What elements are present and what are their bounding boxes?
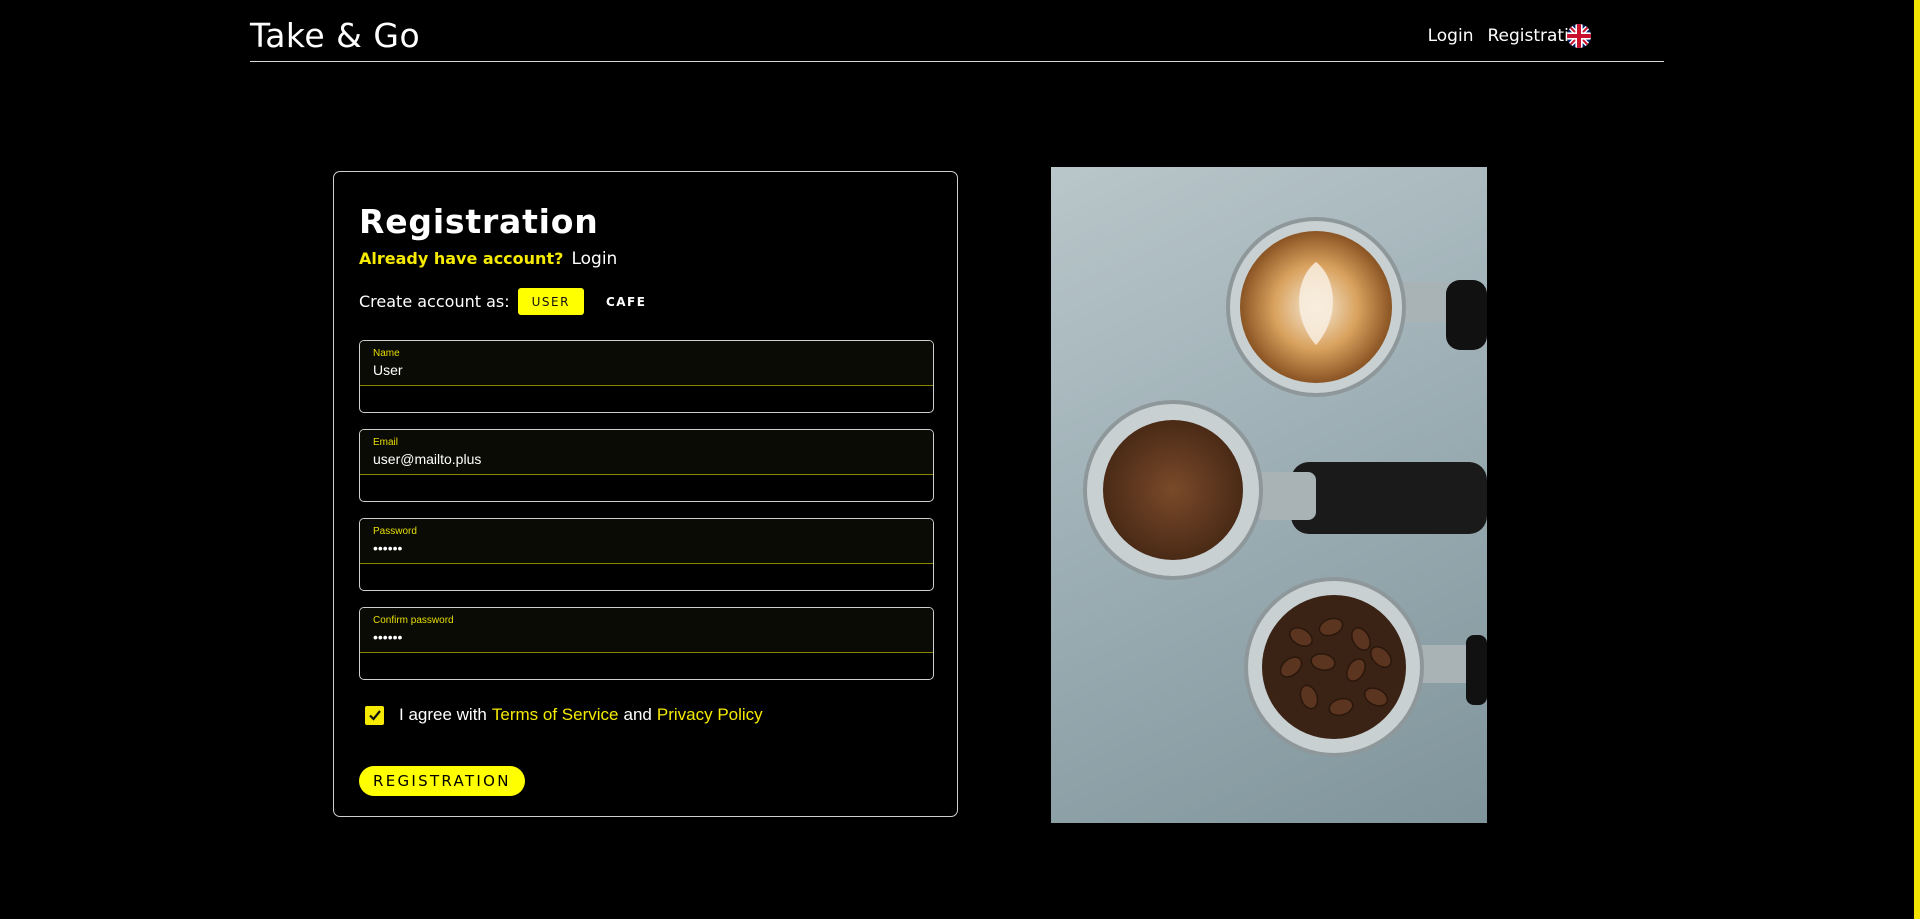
nav-login-link[interactable]: Login <box>1428 26 1474 46</box>
email-field[interactable]: Email user@mailto.plus <box>359 429 934 502</box>
main-nav: Login Registration <box>1428 26 1590 46</box>
top-header: Take & Go Login Registration <box>250 0 1664 62</box>
agree-checkbox[interactable] <box>365 705 384 725</box>
password-field[interactable]: Password •••••• <box>359 518 934 591</box>
email-field-value[interactable]: user@mailto.plus <box>373 451 933 467</box>
already-account-text: Already have account? <box>359 249 564 268</box>
role-cafe-button[interactable]: CAFE <box>592 288 661 315</box>
confirm-password-field-value[interactable]: •••••• <box>373 629 933 645</box>
name-field-value[interactable]: User <box>373 362 933 378</box>
page-title: Registration <box>359 202 599 241</box>
password-field-value[interactable]: •••••• <box>373 540 933 556</box>
password-field-label: Password <box>373 526 417 537</box>
terms-of-service-link[interactable]: Terms of Service <box>492 705 619 725</box>
name-field-inner[interactable]: Name User <box>360 341 933 386</box>
account-type-row: Create account as: USER CAFE <box>359 288 660 315</box>
uk-flag-icon[interactable] <box>1567 24 1591 48</box>
login-link[interactable]: Login <box>571 249 617 269</box>
coffee-portafilters-image <box>1051 167 1487 823</box>
agree-prefix-text: I agree with <box>399 705 487 724</box>
edge-accent-strip <box>1914 0 1920 919</box>
name-field-label: Name <box>373 348 400 359</box>
logo[interactable]: Take & Go <box>250 16 420 55</box>
terms-agree-row: I agree with Terms of Service and Privac… <box>365 705 763 725</box>
role-user-button[interactable]: USER <box>517 288 584 315</box>
confirm-password-field[interactable]: Confirm password •••••• <box>359 607 934 680</box>
registration-page: Take & Go Login Registration Registratio… <box>0 0 1920 919</box>
registration-card: Registration Already have account? Login… <box>333 171 958 817</box>
email-field-label: Email <box>373 437 399 448</box>
agree-conjunction-text: and <box>623 705 652 724</box>
email-field-inner[interactable]: Email user@mailto.plus <box>360 430 933 475</box>
already-account-row: Already have account? Login <box>359 249 617 269</box>
checkmark-icon <box>368 710 381 721</box>
account-type-label: Create account as: <box>359 292 510 311</box>
registration-submit-button[interactable]: REGISTRATION <box>359 766 525 796</box>
confirm-password-field-inner[interactable]: Confirm password •••••• <box>360 608 933 653</box>
confirm-password-field-label: Confirm password <box>373 615 454 626</box>
password-field-inner[interactable]: Password •••••• <box>360 519 933 564</box>
name-field[interactable]: Name User <box>359 340 934 413</box>
privacy-policy-link[interactable]: Privacy Policy <box>657 705 763 725</box>
